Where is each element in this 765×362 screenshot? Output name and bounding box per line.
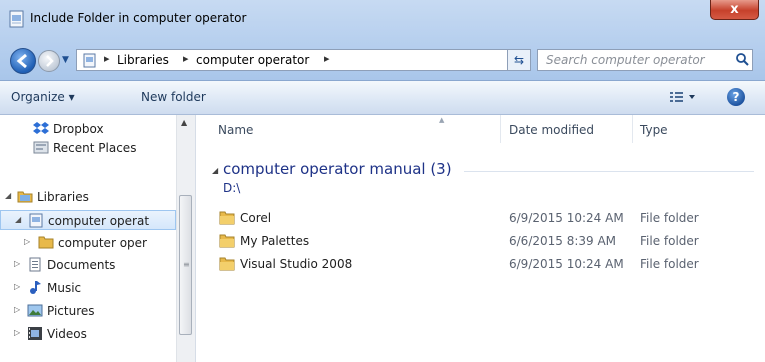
address-bar[interactable]: ▸ Libraries ▸ computer operator ▸ ▼ (76, 49, 527, 71)
refresh-button[interactable]: ⇆ (507, 49, 531, 71)
library-icon (29, 213, 43, 228)
column-header-name[interactable]: Name (218, 123, 253, 137)
nav-item-label: Pictures (47, 304, 95, 318)
folder-icon (219, 211, 235, 225)
sort-ascending-icon: ▲ (439, 116, 445, 124)
expand-icon[interactable]: ▷ (14, 305, 20, 314)
nav-item-recent-places[interactable]: Recent Places (0, 138, 176, 158)
file-name: Visual Studio 2008 (240, 257, 353, 271)
collapse-icon[interactable]: ◢ (15, 215, 21, 224)
file-row[interactable]: Visual Studio 2008 6/9/2015 10:24 AM Fil… (196, 254, 765, 276)
group-path: D:\ (223, 181, 241, 195)
collapse-icon[interactable]: ◢ (5, 191, 11, 200)
forward-button[interactable] (38, 50, 60, 72)
arrow-right-icon (46, 55, 54, 67)
library-icon (83, 53, 96, 68)
nav-scrollbar[interactable]: ▲ ≡ (176, 115, 195, 362)
file-row[interactable]: My Palettes 6/6/2015 8:39 AM File folder (196, 231, 765, 253)
library-icon (9, 10, 24, 28)
file-date: 6/9/2015 10:24 AM (509, 211, 624, 225)
file-name: Corel (240, 211, 272, 225)
scroll-up-icon[interactable]: ▲ (181, 118, 187, 127)
organize-button[interactable]: Organize ▾ (11, 90, 75, 104)
recent-places-icon (33, 141, 49, 154)
expand-icon[interactable]: ▷ (14, 259, 20, 268)
navigation-pane: Dropbox Recent Places ◢ Libraries ◢ comp… (0, 115, 196, 362)
file-date: 6/6/2015 8:39 AM (509, 234, 617, 248)
nav-item-label: Libraries (37, 190, 89, 204)
breadcrumb-libraries[interactable]: Libraries (117, 53, 169, 67)
file-type: File folder (640, 234, 699, 248)
search-input[interactable]: Search computer operator (546, 53, 705, 67)
expand-icon[interactable]: ▷ (14, 328, 20, 337)
nav-item-music[interactable]: ▷ Music (0, 278, 176, 298)
close-button[interactable]: x (710, 0, 759, 20)
column-header-date[interactable]: Date modified (509, 123, 594, 137)
libraries-icon (17, 191, 33, 203)
file-date: 6/9/2015 10:24 AM (509, 257, 624, 271)
nav-item-pictures[interactable]: ▷ Pictures (0, 301, 176, 321)
help-button[interactable]: ? (727, 88, 745, 106)
documents-icon (29, 257, 41, 272)
folder-icon (38, 236, 54, 249)
expand-icon[interactable]: ▷ (24, 237, 30, 246)
nav-item-label: Dropbox (53, 122, 104, 136)
pictures-icon (27, 304, 43, 317)
command-toolbar: Organize ▾ New folder ? (0, 81, 765, 115)
refresh-icon: ⇆ (513, 53, 525, 67)
nav-item-label: Videos (47, 327, 87, 341)
search-icon[interactable] (735, 52, 749, 66)
nav-item-label: computer operat (48, 214, 150, 228)
change-view-icon[interactable] (668, 89, 698, 105)
nav-item-libraries[interactable]: ◢ Libraries (0, 187, 176, 207)
new-folder-button[interactable]: New folder (141, 90, 206, 104)
nav-item-label: Recent Places (53, 141, 137, 155)
column-header-type[interactable]: Type (640, 123, 668, 137)
nav-item-dropbox[interactable]: Dropbox (0, 119, 176, 139)
expand-icon[interactable]: ▷ (14, 282, 20, 291)
nav-item-label: computer oper (58, 236, 147, 250)
group-divider (464, 171, 754, 172)
dialog-window: Include Folder in computer operator x ▼ … (0, 0, 765, 362)
nav-item-videos[interactable]: ▷ Videos (0, 324, 176, 344)
column-divider[interactable] (632, 115, 633, 143)
file-type: File folder (640, 257, 699, 271)
breadcrumb-separator-icon[interactable]: ▸ (324, 52, 330, 65)
scrollbar-thumb[interactable]: ≡ (179, 195, 192, 335)
nav-item-computer-operator[interactable]: ◢ computer operat (0, 210, 176, 230)
breadcrumb-separator-icon[interactable]: ▸ (104, 52, 110, 65)
title-bar: Include Folder in computer operator x ▼ … (0, 0, 765, 81)
nav-item-documents[interactable]: ▷ Documents (0, 255, 176, 275)
nav-item-label: Documents (47, 258, 116, 272)
dropbox-icon (33, 122, 49, 134)
search-box[interactable]: Search computer operator (537, 49, 753, 71)
breadcrumb-separator-icon[interactable]: ▸ (183, 52, 189, 65)
column-divider[interactable] (500, 115, 501, 143)
music-icon (30, 281, 41, 294)
folder-icon (219, 234, 235, 248)
recent-pages-dropdown[interactable]: ▼ (62, 55, 69, 65)
file-row[interactable]: Corel 6/9/2015 10:24 AM File folder (196, 208, 765, 230)
nav-item-label: Music (47, 281, 82, 295)
back-button[interactable] (10, 48, 36, 74)
window-title: Include Folder in computer operator (30, 11, 247, 25)
arrow-left-icon (16, 53, 27, 69)
videos-icon (28, 327, 42, 340)
group-title[interactable]: computer operator manual (3) (223, 160, 452, 178)
file-type: File folder (640, 211, 699, 225)
grip-icon: ≡ (183, 260, 190, 269)
collapse-group-icon[interactable]: ◢ (212, 166, 218, 175)
file-name: My Palettes (240, 234, 310, 248)
folder-icon (219, 257, 235, 271)
file-list: ▲ Name Date modified Type ◢ computer ope… (196, 115, 765, 362)
nav-item-computer-operator-folder[interactable]: ▷ computer oper (0, 233, 176, 253)
breadcrumb-computer-operator[interactable]: computer operator (196, 53, 309, 67)
